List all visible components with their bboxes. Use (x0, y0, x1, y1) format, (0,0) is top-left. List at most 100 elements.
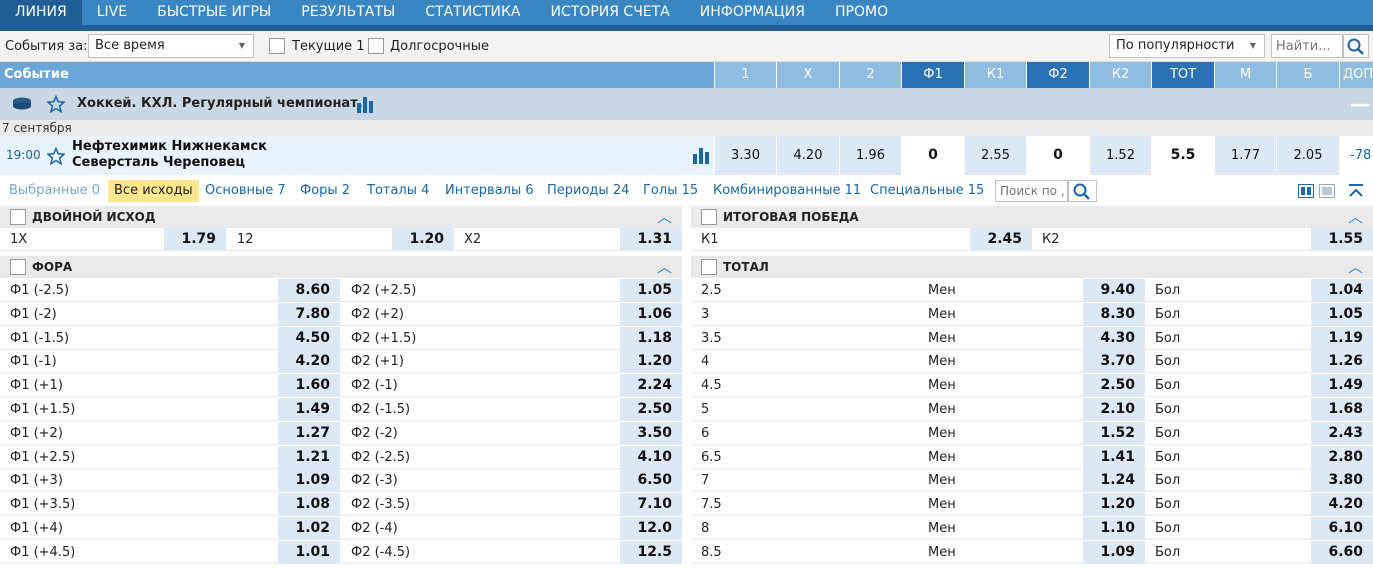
handicap-odd-team1[interactable]: 1.02 (278, 517, 340, 539)
handicap-odd-team1[interactable]: 1.08 (278, 493, 340, 516)
market-search-input[interactable] (995, 180, 1068, 202)
tab-all-outcomes[interactable]: Все исходы (108, 180, 199, 202)
nav-live[interactable]: LIVE (82, 0, 142, 25)
chevron-up-icon[interactable]: ︿ (657, 206, 672, 228)
tab-totals[interactable]: Тоталы 4 (367, 180, 429, 202)
under-odd[interactable]: 8.30 (1083, 302, 1145, 325)
winner-odd-k1[interactable]: 2.45 (970, 228, 1032, 250)
nav-promo[interactable]: ПРОМО (820, 0, 903, 25)
chevron-up-icon[interactable]: ︿ (1348, 206, 1363, 228)
chevron-up-icon[interactable]: ︿ (1348, 256, 1363, 278)
tab-handicaps[interactable]: Форы 2 (300, 180, 350, 202)
dc-odd-1x[interactable]: 1.79 (164, 228, 226, 250)
collapse-icon[interactable]: — (1350, 88, 1370, 120)
handicap-odd-team1[interactable]: 7.80 (278, 302, 340, 325)
two-column-view-icon[interactable] (1298, 184, 1314, 198)
under-odd[interactable]: 4.30 (1083, 326, 1145, 349)
nav-fast-games[interactable]: БЫСТРЫЕ ИГРЫ (142, 0, 286, 25)
over-odd[interactable]: 4.20 (1311, 493, 1373, 516)
winner-checkbox[interactable] (701, 209, 717, 225)
handicap-odd-team2[interactable]: 1.06 (620, 302, 682, 325)
star-icon[interactable] (47, 147, 65, 165)
winner-header[interactable]: ИТОГОВАЯ ПОБЕДА ︿ (691, 206, 1373, 228)
handicap-odd-team1[interactable]: 4.20 (278, 350, 340, 373)
under-odd[interactable]: 2.10 (1083, 398, 1145, 420)
handicap-odd-team2[interactable]: 1.05 (620, 279, 682, 301)
tab-special[interactable]: Специальные 15 (870, 180, 984, 202)
statistics-icon[interactable] (692, 145, 712, 165)
double-chance-header[interactable]: ДВОЙНОЙ ИСХОД ︿ (0, 206, 682, 228)
tab-periods[interactable]: Периоды 24 (547, 180, 629, 202)
longterm-checkbox[interactable] (368, 38, 384, 54)
handicap-odd-team1[interactable]: 1.09 (278, 469, 340, 492)
handicap-odd-team2[interactable]: 2.24 (620, 374, 682, 397)
over-odd[interactable]: 6.10 (1311, 517, 1373, 539)
under-odd[interactable]: 1.24 (1083, 469, 1145, 492)
nav-score-history[interactable]: ИСТОРИЯ СЧЕТА (536, 0, 685, 25)
team1-name[interactable]: Нефтехимик Нижнекамск (72, 139, 267, 154)
tab-selected[interactable]: Выбранные 0 (9, 180, 100, 202)
collapse-all-icon[interactable] (1347, 183, 1365, 199)
over-odd[interactable]: 1.19 (1311, 326, 1373, 349)
period-select[interactable]: Все время ▼ (88, 34, 254, 58)
handicap-odd-team2[interactable]: 3.50 (620, 421, 682, 444)
handicap-odd-team2[interactable]: 1.18 (620, 326, 682, 349)
under-odd[interactable]: 1.41 (1083, 445, 1145, 468)
over-odd[interactable]: 1.49 (1311, 374, 1373, 397)
sort-select[interactable]: По популярности ▼ (1109, 34, 1265, 58)
handicap-odd-team1[interactable]: 1.21 (278, 445, 340, 468)
handicap-odd-team2[interactable]: 12.5 (620, 540, 682, 563)
total-checkbox[interactable] (701, 259, 717, 275)
nav-line[interactable]: ЛИНИЯ (0, 0, 82, 25)
dc-odd-12[interactable]: 1.20 (392, 228, 454, 250)
nav-results[interactable]: РЕЗУЛЬТАТЫ (286, 0, 410, 25)
over-odd[interactable]: 2.80 (1311, 445, 1373, 468)
league-row[interactable]: Хоккей. КХЛ. Регулярный чемпионат. — (0, 88, 1373, 120)
under-odd[interactable]: 2.50 (1083, 374, 1145, 397)
under-odd[interactable]: 9.40 (1083, 279, 1145, 301)
handicap-odd-team2[interactable]: 7.10 (620, 493, 682, 516)
under-odd[interactable]: 3.70 (1083, 350, 1145, 373)
over-odd[interactable]: 3.80 (1311, 469, 1373, 492)
odd-1[interactable]: 3.30 (714, 136, 776, 175)
winner-odd-k2[interactable]: 1.55 (1311, 228, 1373, 250)
under-odd[interactable]: 1.52 (1083, 421, 1145, 444)
one-column-view-icon[interactable] (1319, 184, 1335, 198)
over-odd[interactable]: 1.68 (1311, 398, 1373, 420)
dc-odd-x2[interactable]: 1.31 (620, 228, 682, 250)
odd-2[interactable]: 1.96 (839, 136, 901, 175)
tab-combined[interactable]: Комбинированные 11 (713, 180, 861, 202)
extra-markets-link[interactable]: -78 (1339, 136, 1373, 175)
search-button[interactable] (1343, 34, 1369, 58)
handicap-checkbox[interactable] (10, 259, 26, 275)
odd-under[interactable]: 1.77 (1214, 136, 1276, 175)
odd-k1[interactable]: 2.55 (964, 136, 1026, 175)
handicap-odd-team2[interactable]: 1.20 (620, 350, 682, 373)
nav-statistics[interactable]: СТАТИСТИКА (410, 0, 535, 25)
handicap-header[interactable]: ФОРА ︿ (0, 256, 682, 278)
handicap-odd-team1[interactable]: 1.01 (278, 540, 340, 563)
total-header[interactable]: ТОТАЛ ︿ (691, 256, 1373, 278)
handicap-odd-team2[interactable]: 6.50 (620, 469, 682, 492)
handicap-odd-team1[interactable]: 8.60 (278, 279, 340, 301)
over-odd[interactable]: 1.05 (1311, 302, 1373, 325)
tab-main[interactable]: Основные 7 (205, 180, 286, 202)
statistics-icon[interactable] (356, 94, 376, 114)
over-odd[interactable]: 2.43 (1311, 421, 1373, 444)
under-odd[interactable]: 1.20 (1083, 493, 1145, 516)
over-odd[interactable]: 1.04 (1311, 279, 1373, 301)
odd-x[interactable]: 4.20 (776, 136, 839, 175)
search-input[interactable] (1271, 34, 1343, 58)
handicap-odd-team1[interactable]: 4.50 (278, 326, 340, 349)
handicap-odd-team1[interactable]: 1.27 (278, 421, 340, 444)
under-odd[interactable]: 1.09 (1083, 540, 1145, 563)
team2-name[interactable]: Северсталь Череповец (72, 155, 245, 170)
chevron-up-icon[interactable]: ︿ (657, 256, 672, 278)
over-odd[interactable]: 1.26 (1311, 350, 1373, 373)
handicap-odd-team2[interactable]: 4.10 (620, 445, 682, 468)
star-icon[interactable] (47, 95, 65, 113)
market-search-button[interactable] (1068, 180, 1097, 202)
tab-intervals[interactable]: Интервалы 6 (445, 180, 534, 202)
current-checkbox[interactable] (269, 38, 285, 54)
odd-k2[interactable]: 1.52 (1089, 136, 1151, 175)
